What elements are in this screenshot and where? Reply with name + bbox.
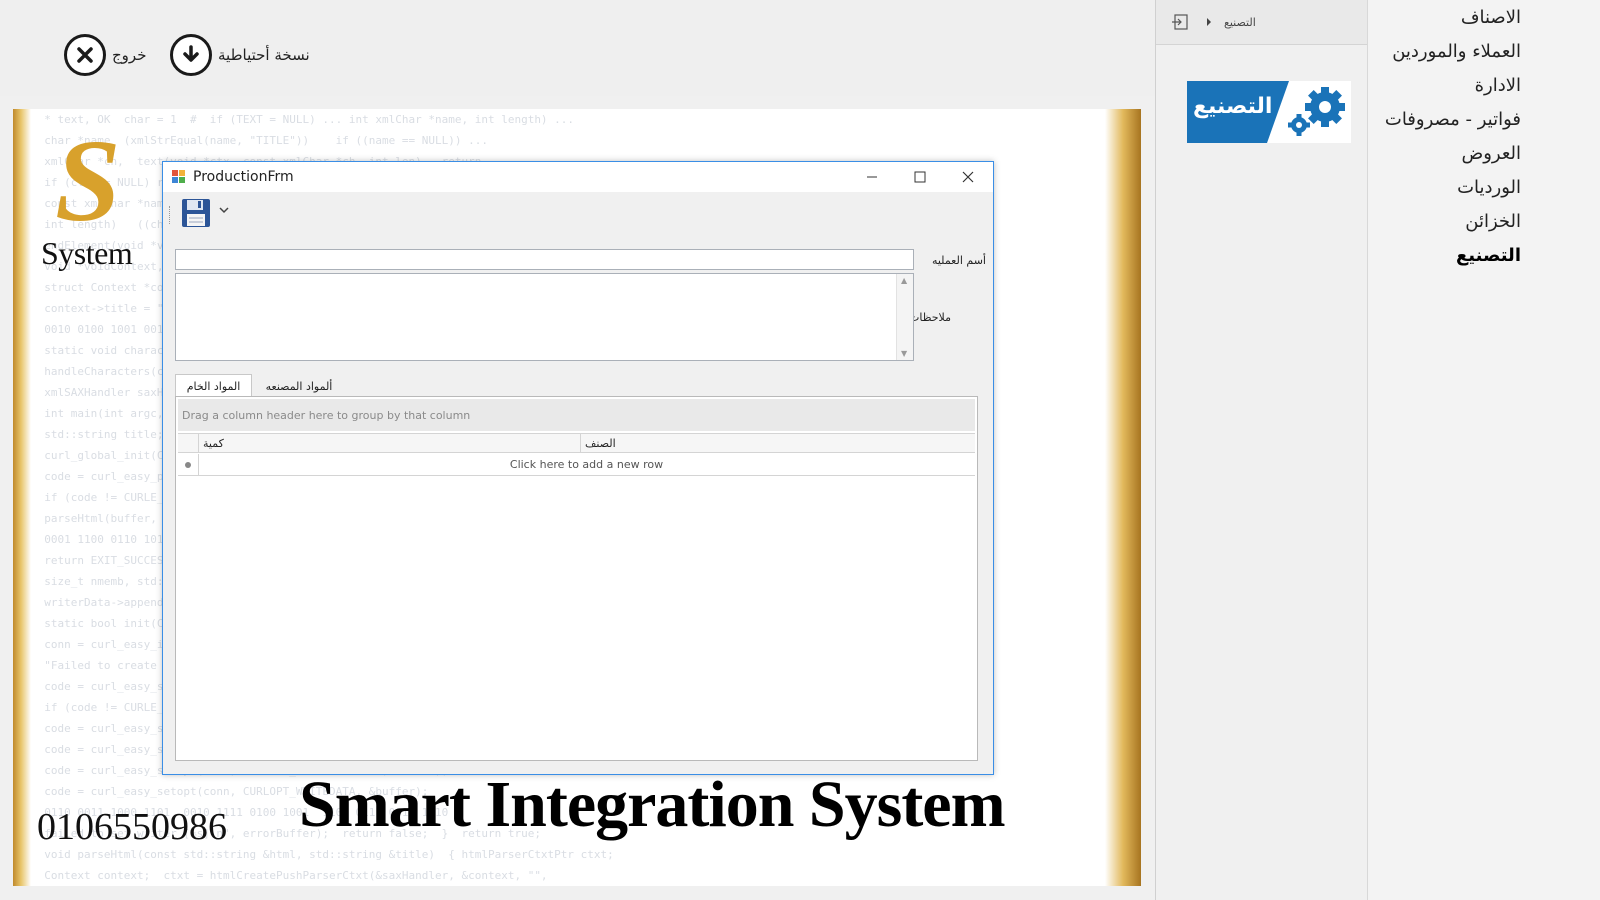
save-icon[interactable] [181,198,211,228]
tab-panel-raw-materials: Drag a column header here to group by th… [175,396,978,761]
production-dialog: ProductionFrm أسم العمليه ملاحظات ▲ ▼ ال… [162,161,994,775]
logo-text: System [41,235,133,271]
exit-button[interactable]: خروج [64,33,146,77]
download-circle-icon [170,34,212,76]
menu-item-customers-suppliers[interactable]: العملاء والموردين [1392,41,1521,62]
row-indicator [178,454,199,475]
exit-label: خروج [112,46,147,64]
menu-item-shifts[interactable]: الورديات [1457,177,1521,198]
main-menu: الاصناف العملاء والموردين الادارة فواتير… [1367,0,1600,900]
chevron-right-icon [1207,18,1211,26]
gears-icon [1288,87,1345,136]
dialog-title: ProductionFrm [193,169,294,185]
code-line: char *name (xmlStrEqual(name, "TITLE")) … [31,134,488,147]
notes-scrollbar[interactable]: ▲ ▼ [896,274,913,360]
operation-name-input[interactable] [175,249,914,270]
app-icon [172,170,185,183]
menu-item-items[interactable]: الاصناف [1461,7,1521,28]
group-by-panel[interactable]: Drag a column header here to group by th… [178,399,975,431]
brand-name: Smart Integration System [299,768,1006,841]
backup-label: نسخة أحتياطية [218,46,310,64]
module-panel: التصنيع التصنيع [1155,0,1367,900]
close-button[interactable] [945,162,991,192]
maximize-icon [914,171,926,183]
notes-input[interactable]: ▲ ▼ [175,273,914,361]
menu-item-administration[interactable]: الادارة [1475,75,1521,96]
close-circle-icon [64,34,106,76]
scroll-down-icon[interactable]: ▼ [901,349,907,358]
logo-mark: S [55,115,121,246]
module-panel-header: التصنيع [1156,0,1367,45]
close-icon [962,171,974,183]
tab-raw-materials[interactable]: المواد الخام [175,374,252,398]
toolstrip-grip [169,206,173,224]
grid-header: كمية الصنف [178,433,975,453]
dialog-toolstrip [163,192,993,232]
code-line: Context context; ctxt = htmlCreatePushPa… [31,869,548,882]
column-header-quantity[interactable]: كمية [198,434,580,453]
phone-number: 0106550986 [37,806,227,848]
module-tile-label: التصنيع [1193,94,1273,119]
minimize-icon [867,176,877,178]
bullet-icon [185,461,191,468]
chevron-down-icon[interactable] [219,206,229,214]
scroll-up-icon[interactable]: ▲ [901,276,907,285]
menu-item-manufacturing[interactable]: التصنيع [1456,245,1521,266]
menu-item-invoices-expenses[interactable]: فواتير - مصروفات [1385,109,1521,130]
module-tile-manufacturing[interactable]: التصنيع [1187,81,1351,143]
dialog-titlebar[interactable]: ProductionFrm [163,162,993,192]
add-new-row[interactable]: Click here to add a new row [198,454,975,475]
menu-item-offers[interactable]: العروض [1461,143,1521,164]
new-row[interactable]: Click here to add a new row [178,454,975,476]
column-header-item[interactable]: الصنف [580,434,975,453]
tab-manufactured-materials-label: ألمواد المصنعه [265,379,333,393]
backup-button[interactable]: نسخة أحتياطية [170,33,310,77]
code-line: * text, OK char = 1 # if (TEXT = NULL) .… [31,113,575,126]
tab-manufactured-materials[interactable]: ألمواد المصنعه [255,374,343,398]
minimize-button[interactable] [849,162,895,192]
top-toolbar: خروج نسخة أحتياطية [0,0,1155,96]
breadcrumb[interactable]: التصنيع [1224,16,1256,29]
menu-item-treasuries[interactable]: الخزائن [1465,211,1521,232]
tab-raw-materials-label: المواد الخام [186,380,241,393]
group-hint: Drag a column header here to group by th… [182,408,471,422]
login-icon[interactable] [1171,14,1189,30]
maximize-button[interactable] [897,162,943,192]
